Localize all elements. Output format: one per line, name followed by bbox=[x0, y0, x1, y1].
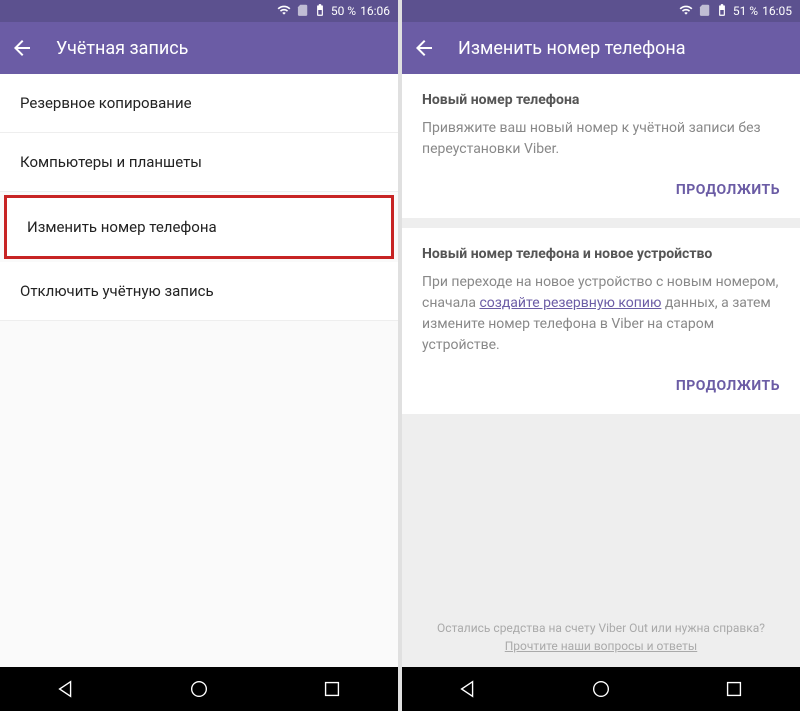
back-icon[interactable] bbox=[412, 36, 436, 60]
settings-list: Резервное копирование Компьютеры и планш… bbox=[0, 74, 398, 667]
backup-link[interactable]: создайте резервную копию bbox=[479, 295, 661, 311]
clock-time: 16:05 bbox=[762, 4, 792, 18]
nav-home-icon[interactable] bbox=[590, 678, 612, 700]
card-body: Привяжите ваш новый номер к учётной запи… bbox=[422, 118, 780, 160]
card-new-number-device: Новый номер телефона и новое устройство … bbox=[402, 228, 800, 414]
nav-back-icon[interactable] bbox=[457, 678, 479, 700]
continue-button[interactable]: ПРОДОЛЖИТЬ bbox=[422, 176, 780, 204]
list-item-deactivate[interactable]: Отключить учётную запись bbox=[0, 262, 398, 321]
back-icon[interactable] bbox=[10, 36, 34, 60]
list-item-devices[interactable]: Компьютеры и планшеты bbox=[0, 133, 398, 192]
list-item-backup[interactable]: Резервное копирование bbox=[0, 74, 398, 133]
card-body: При переходе на новое устройство с новым… bbox=[422, 272, 780, 356]
card-new-number: Новый номер телефона Привяжите ваш новый… bbox=[402, 74, 800, 218]
app-bar: Учётная запись bbox=[0, 22, 398, 74]
wifi-icon bbox=[679, 3, 693, 20]
nav-recent-icon[interactable] bbox=[321, 678, 343, 700]
wifi-icon bbox=[277, 3, 291, 20]
page-title: Учётная запись bbox=[56, 38, 188, 59]
navigation-bar bbox=[402, 667, 800, 711]
list-item-label: Компьютеры и планшеты bbox=[20, 153, 202, 171]
footer-text: Остались средства на счету Viber Out или… bbox=[437, 621, 765, 635]
list-item-change-number[interactable]: Изменить номер телефона bbox=[4, 195, 394, 259]
list-item-label: Отключить учётную запись bbox=[20, 282, 214, 300]
phone-left: 50 % 16:06 Учётная запись Резервное копи… bbox=[0, 0, 398, 711]
footer-help: Остались средства на счету Viber Out или… bbox=[402, 607, 800, 667]
nav-recent-icon[interactable] bbox=[723, 678, 745, 700]
card-title: Новый номер телефона bbox=[422, 92, 780, 108]
clock-time: 16:06 bbox=[360, 4, 390, 18]
phone-right: 51 % 16:05 Изменить номер телефона Новый… bbox=[402, 0, 800, 711]
status-bar: 50 % 16:06 bbox=[0, 0, 398, 22]
app-bar: Изменить номер телефона bbox=[402, 22, 800, 74]
battery-percent: 51 % bbox=[733, 4, 758, 18]
status-bar: 51 % 16:05 bbox=[402, 0, 800, 22]
content: Новый номер телефона Привяжите ваш новый… bbox=[402, 74, 800, 667]
battery-percent: 50 % bbox=[331, 4, 356, 18]
nav-home-icon[interactable] bbox=[188, 678, 210, 700]
sim-icon bbox=[697, 3, 711, 20]
battery-icon bbox=[313, 3, 327, 20]
list-item-label: Изменить номер телефона bbox=[27, 218, 217, 236]
list-item-label: Резервное копирование bbox=[20, 94, 192, 112]
page-title: Изменить номер телефона bbox=[458, 38, 686, 59]
continue-button[interactable]: ПРОДОЛЖИТЬ bbox=[422, 372, 780, 400]
navigation-bar bbox=[0, 667, 398, 711]
battery-icon bbox=[715, 3, 729, 20]
card-title: Новый номер телефона и новое устройство bbox=[422, 246, 780, 262]
sim-icon bbox=[295, 3, 309, 20]
nav-back-icon[interactable] bbox=[55, 678, 77, 700]
faq-link[interactable]: Прочтите наши вопросы и ответы bbox=[505, 639, 698, 653]
